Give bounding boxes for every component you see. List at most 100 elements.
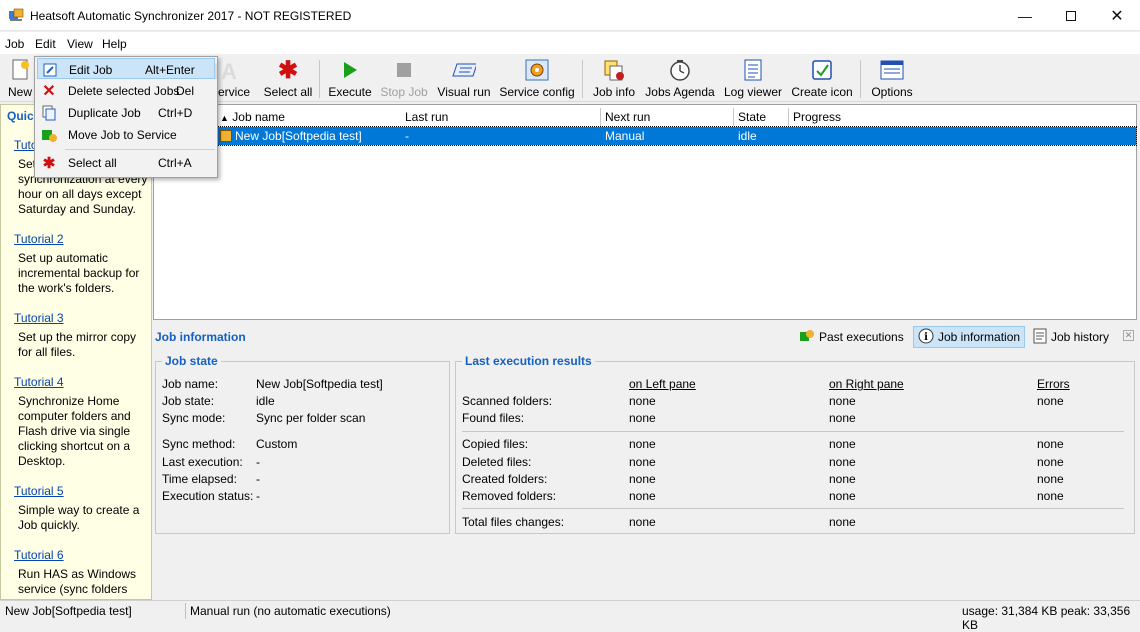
- options-icon: [880, 58, 904, 82]
- cell-next-run: Manual: [605, 129, 645, 143]
- scanned-folders-label: Scanned folders:: [462, 394, 553, 408]
- toolbar-separator: [582, 60, 583, 98]
- column-progress[interactable]: Progress: [789, 108, 1136, 126]
- total-changes-label: Total files changes:: [462, 515, 565, 529]
- menu-view[interactable]: View: [67, 37, 93, 51]
- close-panel-button[interactable]: ✕: [1123, 330, 1134, 341]
- menu-item-move-to-service[interactable]: Move Job to Service: [37, 124, 215, 145]
- time-elapsed-label: Time elapsed:: [162, 472, 237, 486]
- tutorial-6-link[interactable]: Tutorial 6: [14, 548, 64, 562]
- menu-item-delete-jobs[interactable]: ✕ Delete selected Jobs Del: [37, 80, 215, 101]
- last-execution-title: Last execution results: [462, 354, 595, 368]
- column-job-name[interactable]: ▲ Job name: [216, 108, 402, 126]
- column-next-run[interactable]: Next run: [601, 108, 734, 126]
- total-changes-right: none: [829, 515, 856, 529]
- edit-icon: [42, 62, 58, 78]
- options-button[interactable]: Options: [868, 58, 916, 102]
- deleted-files-right: none: [829, 455, 856, 469]
- cell-last-run: -: [405, 129, 409, 143]
- sort-arrow-icon: ▲: [220, 113, 229, 123]
- sync-mode-value: Sync per folder scan: [256, 411, 366, 425]
- info-title: Job information: [155, 330, 246, 344]
- toolbar-separator: [319, 60, 320, 98]
- tutorial-6-desc: Run HAS as Windows service (sync folders: [18, 567, 137, 596]
- execution-status-label: Execution status:: [162, 489, 254, 503]
- scanned-folders-errors: none: [1037, 394, 1064, 408]
- tab-job-information[interactable]: i Job information: [913, 326, 1026, 348]
- tab-job-history[interactable]: Job history: [1029, 326, 1113, 348]
- divider: [462, 431, 1124, 432]
- select-all-button[interactable]: ✱ Select all: [262, 57, 314, 102]
- deleted-files-label: Deleted files:: [462, 455, 532, 469]
- menu-item-duplicate-job[interactable]: Duplicate Job Ctrl+D: [37, 102, 215, 123]
- minimize-button[interactable]: —: [1002, 0, 1048, 31]
- tutorial-3-desc: Set up the mirror copy for all files.: [18, 330, 137, 359]
- new-button[interactable]: New: [4, 58, 36, 102]
- left-pane-header: on Left pane: [629, 377, 696, 391]
- visual-run-icon: [452, 58, 476, 82]
- maximize-button[interactable]: [1048, 0, 1094, 31]
- title-bar: Heatsoft Automatic Synchronizer 2017 - N…: [0, 0, 1140, 31]
- sync-method-label: Sync method:: [162, 437, 236, 451]
- job-icon: [220, 130, 232, 142]
- removed-folders-errors: none: [1037, 489, 1064, 503]
- status-run-mode: Manual run (no automatic executions): [190, 604, 391, 618]
- table-row[interactable]: New Job[Softpedia test] - Manual idle: [154, 126, 1137, 146]
- created-folders-right: none: [829, 472, 856, 486]
- total-changes-left: none: [629, 515, 656, 529]
- column-state[interactable]: State: [734, 108, 789, 126]
- removed-folders-left: none: [629, 489, 656, 503]
- status-job: New Job[Softpedia test]: [5, 604, 132, 618]
- sync-mode-label: Sync mode:: [162, 411, 226, 425]
- time-elapsed-value: -: [256, 472, 260, 486]
- job-info-button[interactable]: Job info: [590, 58, 638, 102]
- log-icon: [741, 58, 765, 82]
- close-button[interactable]: ✕: [1094, 0, 1140, 31]
- maximize-icon: [1066, 10, 1076, 21]
- asterisk-icon: ✱: [42, 155, 56, 172]
- jobs-agenda-button[interactable]: Jobs Agenda: [644, 58, 716, 102]
- job-info-icon: [602, 58, 626, 82]
- delete-icon: ✕: [42, 83, 56, 100]
- deleted-files-left: none: [629, 455, 656, 469]
- move-to-service-icon: [41, 127, 57, 143]
- quick-start-title: Quic: [7, 109, 34, 123]
- service-config-button[interactable]: Service config: [498, 58, 576, 102]
- menu-job[interactable]: Job: [5, 37, 24, 51]
- status-separator: [185, 603, 186, 619]
- execute-button[interactable]: Execute: [326, 58, 374, 102]
- quick-start-panel: Quic Tutor Set synchronization at every ho…: [0, 104, 152, 600]
- tutorial-4-link[interactable]: Tutorial 4: [14, 375, 64, 389]
- menu-edit[interactable]: Edit: [35, 37, 56, 51]
- toolbar-separator: [860, 60, 861, 98]
- cell-state: idle: [738, 129, 757, 143]
- job-name-value: New Job[Softpedia test]: [256, 377, 383, 391]
- past-executions-icon: [799, 328, 815, 347]
- last-execution-label: Last execution:: [162, 455, 243, 469]
- job-state-label: Job state:: [162, 394, 215, 408]
- menu-item-select-all[interactable]: ✱ Select all Ctrl+A: [37, 152, 215, 173]
- removed-folders-right: none: [829, 489, 856, 503]
- visual-run-button[interactable]: Visual run: [434, 58, 494, 102]
- menu-bar: Job Edit View Help: [0, 32, 1140, 54]
- svg-text:i: i: [924, 332, 928, 343]
- app-icon: [8, 8, 24, 22]
- close-icon: ✕: [1124, 330, 1133, 340]
- tutorial-2-link[interactable]: Tutorial 2: [14, 232, 64, 246]
- minimize-icon: —: [1018, 7, 1032, 24]
- errors-header: Errors: [1037, 377, 1070, 391]
- create-icon-button[interactable]: Create icon: [790, 58, 854, 102]
- menu-item-edit-job[interactable]: Edit Job Alt+Enter: [37, 58, 215, 79]
- log-viewer-button[interactable]: Log viewer: [722, 58, 784, 102]
- tutorial-5-link[interactable]: Tutorial 5: [14, 484, 64, 498]
- menu-help[interactable]: Help: [102, 37, 127, 51]
- job-state-group: Job state Job name: New Job[Softpedia te…: [155, 354, 450, 534]
- right-pane-header: on Right pane: [829, 377, 904, 391]
- info-icon: i: [918, 328, 934, 347]
- column-last-run[interactable]: Last run: [401, 108, 601, 126]
- tutorial-5-desc: Simple way to create a Job quickly.: [18, 503, 140, 532]
- tutorial-3-link[interactable]: Tutorial 3: [14, 311, 64, 325]
- stop-job-button[interactable]: Stop Job: [379, 58, 429, 102]
- tab-past-executions[interactable]: Past executions: [795, 326, 908, 348]
- tutorial-2-desc: Set up automatic incremental backup for th…: [18, 251, 140, 295]
